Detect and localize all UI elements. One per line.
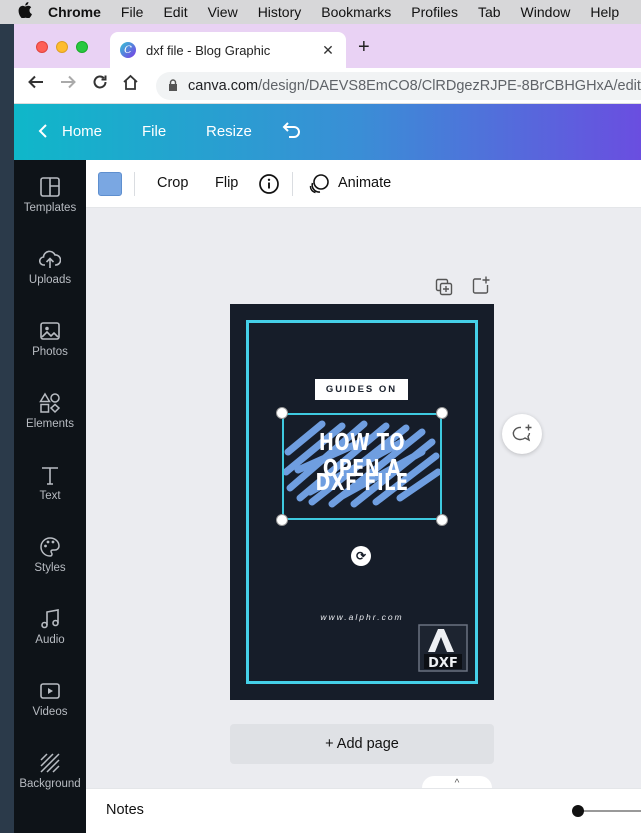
url-path: /design/DAEVS8EmCO8/ClRDgezRJPE-8BrCBHGH…: [258, 78, 641, 94]
add-page-button[interactable]: + Add page: [230, 724, 494, 764]
sidebar-item-styles[interactable]: Styles: [14, 520, 86, 592]
forward-arrow-icon[interactable]: [60, 74, 76, 95]
duplicate-page-icon[interactable]: [435, 278, 453, 296]
photos-icon: [40, 322, 60, 340]
sidebar-item-templates[interactable]: Templates: [14, 160, 86, 232]
color-swatch-button[interactable]: [98, 172, 122, 196]
resize-handle-bottom-right[interactable]: [436, 514, 448, 526]
animate-icon[interactable]: [308, 173, 330, 199]
sidebar-item-photos[interactable]: Photos: [14, 304, 86, 376]
undo-icon[interactable]: [282, 121, 302, 143]
comment-plus-icon: [512, 424, 532, 442]
browser-tab-active[interactable]: C dxf file - Blog Graphic ✕: [110, 32, 346, 68]
browser-toolbar: canva.com/design/DAEVS8EmCO8/ClRDgezRJPE…: [14, 68, 641, 104]
add-page-icon[interactable]: [472, 276, 490, 294]
editor-header: Home File Resize: [14, 104, 641, 160]
notes-button[interactable]: Notes: [106, 802, 144, 818]
browser-window: C dxf file - Blog Graphic ✕ + canva.com /…: [14, 24, 641, 833]
sidebar-item-videos[interactable]: Videos: [14, 664, 86, 736]
audio-icon: [41, 609, 59, 629]
tab-title: dxf file - Blog Graphic: [146, 42, 271, 58]
styles-icon: [40, 537, 60, 557]
menu-app-name[interactable]: Chrome: [48, 4, 101, 20]
selection-box: [282, 413, 442, 520]
website-text: www.alphr.com: [320, 612, 404, 622]
crop-button[interactable]: Crop: [157, 175, 188, 191]
canva-favicon-icon: C: [120, 42, 136, 58]
background-icon: [40, 753, 60, 773]
resize-button[interactable]: Resize: [206, 123, 252, 140]
sidebar-item-label: Background: [19, 778, 81, 790]
canvas-workspace: GUIDES ON HOW TO OPEN A DXF FILE ⟳ www.a…: [86, 208, 641, 788]
zoom-slider-track[interactable]: [577, 810, 641, 812]
resize-handle-top-right[interactable]: [436, 407, 448, 419]
close-window-button[interactable]: [36, 41, 48, 53]
tab-strip: C dxf file - Blog Graphic ✕ +: [14, 24, 641, 68]
notes-bar: Notes: [86, 788, 641, 833]
menu-file[interactable]: File: [121, 4, 144, 20]
toolbar-divider: [134, 172, 135, 196]
lock-icon[interactable]: [168, 78, 178, 94]
sidebar-item-background[interactable]: Background: [14, 736, 86, 808]
apple-icon[interactable]: [18, 2, 48, 22]
toolbar-divider: [292, 172, 293, 196]
home-icon[interactable]: [122, 74, 139, 95]
zoom-slider-knob[interactable]: [572, 805, 584, 817]
url-host: canva.com: [188, 78, 259, 94]
resize-handle-bottom-left[interactable]: [276, 514, 288, 526]
sidebar-item-text[interactable]: Text: [14, 448, 86, 520]
reload-icon[interactable]: [92, 74, 108, 95]
sidebar-item-label: Videos: [32, 706, 68, 718]
resize-handle-top-left[interactable]: [276, 407, 288, 419]
videos-icon: [40, 683, 60, 699]
animate-button[interactable]: Animate: [338, 175, 391, 191]
guides-badge: GUIDES ON: [315, 379, 408, 400]
sidebar-item-label: Uploads: [28, 274, 72, 286]
flip-button[interactable]: Flip: [215, 175, 238, 191]
menu-view[interactable]: View: [208, 4, 238, 20]
side-panel: Templates Uploads Photos Elements Text S…: [14, 160, 86, 833]
menu-window[interactable]: Window: [521, 4, 571, 20]
file-menu-button[interactable]: File: [142, 123, 166, 140]
menu-tab[interactable]: Tab: [478, 4, 501, 20]
uploads-icon: [39, 250, 61, 268]
dxf-file-logo: DXF: [418, 624, 468, 672]
address-bar[interactable]: canva.com/design/DAEVS8EmCO8/ClRDgezRJPE…: [156, 72, 641, 100]
sidebar-item-label: Templates: [23, 202, 77, 214]
rotate-icon[interactable]: ⟳: [351, 546, 371, 566]
elements-icon: [39, 392, 61, 414]
home-button[interactable]: Home: [62, 123, 102, 140]
menu-profiles[interactable]: Profiles: [411, 4, 458, 20]
menu-bookmarks[interactable]: Bookmarks: [321, 4, 391, 20]
sidebar-item-label: Styles: [34, 562, 66, 574]
sidebar-item-label: Text: [39, 490, 61, 502]
sidebar-item-uploads[interactable]: Uploads: [14, 232, 86, 304]
sidebar-item-label: Audio: [35, 634, 65, 646]
editor-toolbar: Crop Flip Animate: [86, 160, 641, 208]
menu-history[interactable]: History: [258, 4, 302, 20]
sidebar-item-label: Photos: [32, 346, 68, 358]
text-icon: [42, 467, 58, 485]
chevron-left-icon[interactable]: [38, 123, 48, 143]
macos-menubar: Chrome File Edit View History Bookmarks …: [0, 0, 641, 24]
zoom-window-button[interactable]: [76, 41, 88, 53]
add-comment-button[interactable]: [502, 414, 542, 454]
templates-icon: [40, 177, 60, 197]
minimize-window-button[interactable]: [56, 41, 68, 53]
sidebar-item-audio[interactable]: Audio: [14, 592, 86, 664]
back-arrow-icon[interactable]: [28, 74, 44, 95]
sidebar-item-elements[interactable]: Elements: [14, 376, 86, 448]
menu-help[interactable]: Help: [590, 4, 619, 20]
dxf-logo-text: DXF: [428, 656, 458, 671]
info-icon[interactable]: [258, 173, 280, 199]
close-tab-icon[interactable]: ✕: [318, 42, 338, 59]
menu-edit[interactable]: Edit: [163, 4, 187, 20]
new-tab-icon[interactable]: +: [358, 36, 370, 59]
sidebar-item-label: Elements: [26, 418, 74, 430]
